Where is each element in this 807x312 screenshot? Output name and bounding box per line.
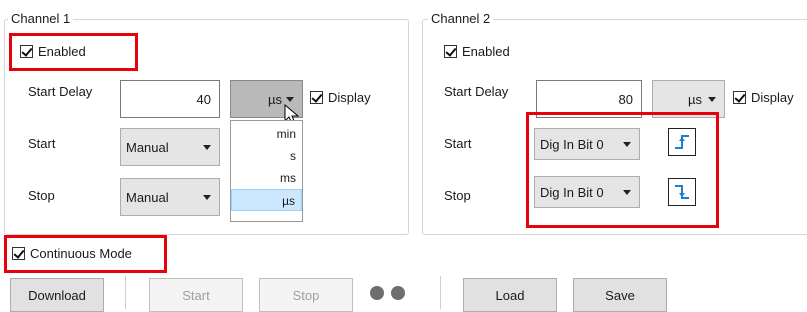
channel1-start-delay-label: Start Delay: [28, 84, 93, 99]
channel1-unit-dropdown-list[interactable]: min s ms µs: [230, 120, 303, 222]
select-value: µs: [268, 91, 282, 107]
channel1-start-label: Start: [28, 136, 56, 151]
save-button[interactable]: Save: [573, 278, 667, 312]
channel2-title: Channel 2: [428, 12, 494, 26]
start-button[interactable]: Start: [149, 278, 243, 312]
select-value: Manual: [126, 189, 169, 205]
checkbox-label: Enabled: [462, 44, 510, 59]
status-led-1: [370, 286, 384, 300]
checkbox-box: [444, 45, 457, 58]
select-value: µs: [688, 91, 702, 107]
channel1-stop-select[interactable]: Manual: [120, 178, 220, 216]
channel1-start-delay-input[interactable]: 40: [120, 80, 220, 118]
checkbox-box: [733, 91, 746, 104]
channel2-stop-label: Stop: [444, 188, 471, 203]
stop-button[interactable]: Stop: [259, 278, 353, 312]
channel2-display-checkbox[interactable]: Display: [733, 90, 794, 105]
chevron-down-icon: [286, 96, 294, 102]
highlight-enabled: [9, 33, 138, 71]
channel2-start-delay-label: Start Delay: [444, 84, 509, 99]
highlight-continuous-mode: [4, 235, 167, 273]
checkbox-label: Display: [751, 90, 794, 105]
unit-option-us[interactable]: µs: [231, 189, 302, 211]
download-button[interactable]: Download: [10, 278, 104, 312]
highlight-triggers: [526, 112, 719, 228]
channel1-display-checkbox[interactable]: Display: [310, 90, 371, 105]
checkbox-box: [310, 91, 323, 104]
channel1-start-select[interactable]: Manual: [120, 128, 220, 166]
input-value: 40: [196, 92, 211, 107]
channel1-stop-label: Stop: [28, 188, 55, 203]
channel2-enabled-checkbox[interactable]: Enabled: [444, 44, 510, 59]
unit-option-s[interactable]: s: [231, 145, 302, 167]
toolbar-separator: [125, 276, 126, 309]
checkbox-label: Display: [328, 90, 371, 105]
input-value: 80: [618, 92, 633, 107]
channel1-title: Channel 1: [8, 12, 74, 26]
unit-option-min[interactable]: min: [231, 123, 302, 145]
status-led-2: [391, 286, 405, 300]
select-value: Manual: [126, 139, 169, 155]
toolbar-separator: [440, 276, 441, 309]
load-button[interactable]: Load: [463, 278, 557, 312]
channel2-start-label: Start: [444, 136, 472, 151]
unit-option-ms[interactable]: ms: [231, 167, 302, 189]
chevron-down-icon: [203, 144, 211, 150]
chevron-down-icon: [708, 96, 716, 102]
chevron-down-icon: [203, 194, 211, 200]
